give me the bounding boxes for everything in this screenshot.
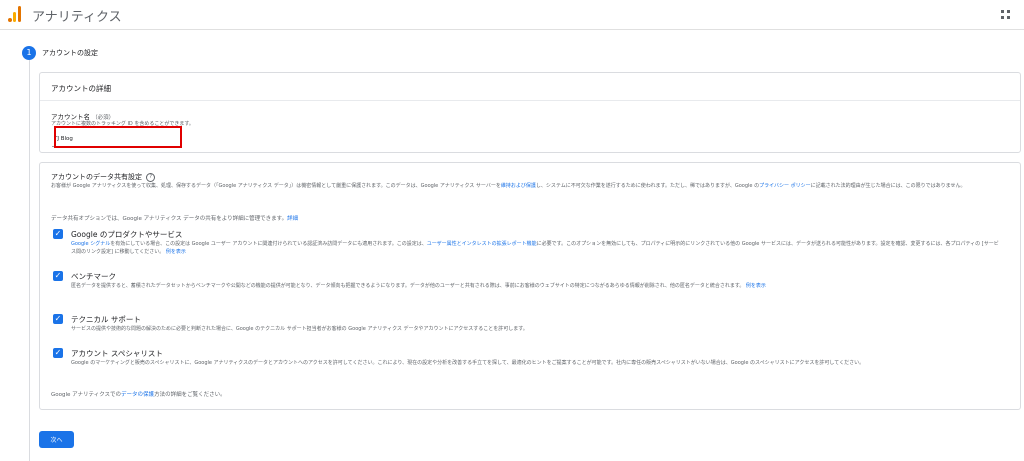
account-details-card: アカウントの詳細 アカウント名 （必須） アカウントに複数のトラッキング ID … [39,72,1021,153]
option-description: Google のマーケティングと販売のスペシャリストに、Google アナリティ… [71,360,865,366]
options-intro-text: データ共有オプションでは、Google アナリティクス データの共有をより詳細に… [51,216,288,222]
option-title: アカウント スペシャリスト [71,349,163,358]
analytics-logo-icon[interactable] [8,6,22,22]
option-description: Google シグナルを有効にしている場合、この設定は Google ユーザー … [71,240,1001,256]
option-text: 匿名データを提供すると、蓄積されたデータセットからベンチマークや公開などの機能の… [71,283,745,289]
option-title: Google のプロダクトやサービス [71,230,183,239]
help-icon[interactable]: ? [146,172,156,182]
google-signals-link[interactable]: Google シグナル [71,241,110,247]
data-sharing-title-text: アカウントのデータ共有設定 [51,173,142,181]
option-description: 匿名データを提供すると、蓄積されたデータセットからベンチマークや公開などの機能の… [71,282,1001,290]
desc-text-1: お客様が Google アナリティクスを使って収集、処理、保存するデータ（「Go… [51,183,501,189]
technical-support-checkbox[interactable]: ✓ [53,314,63,324]
option-text: を有効にしている場合、この設定は Google ユーザー アカウントに関連付けら… [110,241,427,247]
account-specialist-checkbox[interactable]: ✓ [53,348,63,358]
desc-text-3: に記載された法的理由が生じた場合には、この限りではありません。 [810,183,966,189]
desc-text-2: し、システムに不可欠な作業を遂行するために使われます。ただし、稀ではありますが、… [535,183,760,189]
footer-text-1: Google アナリティクスでの [51,392,122,398]
option-title: テクニカル サポート [71,315,141,324]
benchmark-checkbox[interactable]: ✓ [53,271,63,281]
data-sharing-description: お客様が Google アナリティクスを使って収集、処理、保存するデータ（「Go… [51,182,1016,190]
stepper-line [29,60,30,461]
details-link[interactable]: 詳細 [287,216,298,222]
google-products-checkbox[interactable]: ✓ [53,229,63,239]
top-bar: アナリティクス [0,0,1024,30]
options-intro: データ共有オプションでは、Google アナリティクス データの共有をより詳細に… [51,214,298,222]
footer-text-2: 方法の詳細をご覧ください。 [154,392,226,398]
data-sharing-card: アカウントのデータ共有設定 ? お客様が Google アナリティクスを使って収… [39,162,1021,410]
option-title: ベンチマーク [71,272,116,281]
app-title: アナリティクス [32,10,122,25]
account-details-heading: アカウントの詳細 [51,84,111,93]
step-number: 1 [22,46,36,60]
data-sharing-title: アカウントのデータ共有設定 ? [51,172,156,182]
red-highlight-box [54,126,182,148]
next-button[interactable]: 次へ [39,431,74,448]
maintain-protect-link[interactable]: 維持および保護 [501,183,536,189]
apps-grid-icon[interactable] [1001,10,1010,19]
demographics-reports-link[interactable]: ユーザー属性とインタレストの拡張レポート機能 [427,241,537,247]
data-protection-link[interactable]: データの保護 [121,392,154,398]
divider [40,100,1020,101]
show-example-link[interactable]: 例を表示 [166,249,186,255]
step-title: アカウントの設定 [42,49,98,57]
option-description: サービスの提供や技術的な問題の解決のために必要と判断された場合に、Google … [71,326,528,332]
data-protection-note: Google アナリティクスでのデータの保護方法の詳細をご覧ください。 [51,390,226,398]
privacy-policy-link[interactable]: プライバシー ポリシー [759,183,811,189]
show-example-link[interactable]: 例を表示 [746,283,766,289]
